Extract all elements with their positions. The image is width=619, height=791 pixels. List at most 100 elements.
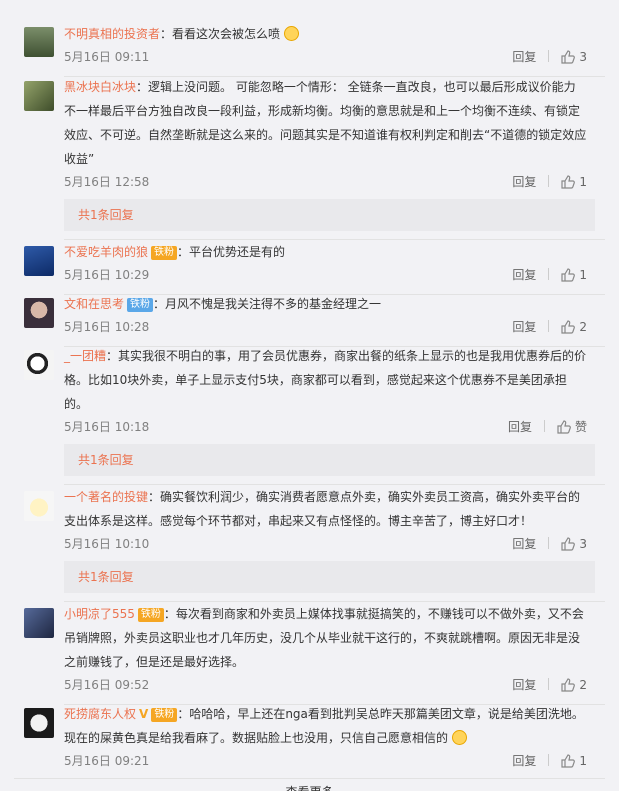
like-count: 1: [579, 754, 587, 768]
divider: [548, 268, 550, 280]
comment-meta: 5月16日 09:21 回复 1: [64, 750, 587, 772]
comment-text: 文和在思考 铁粉 ：月风不愧是我关注得不多的基金经理之一: [64, 297, 382, 312]
comment-text: 死捞腐东人权 V 铁粉 ：哈哈哈，早上还在nga看到批判吴总昨天那篇美团文章，说是给美…: [64, 702, 587, 750]
timestamp: 5月16日 12:58: [64, 175, 150, 189]
divider: [543, 420, 545, 432]
like-button[interactable]: 3: [561, 46, 587, 68]
avatar[interactable]: [24, 81, 54, 111]
comment-item: 一个著名的投键：确实餐饮利润少，确实消费者愿意点外卖，确实外卖员工资高，确实外卖…: [14, 485, 605, 602]
username[interactable]: 小明凉了555: [64, 607, 135, 621]
timestamp: 5月16日 09:11: [64, 50, 150, 64]
like-button[interactable]: 2: [561, 316, 587, 338]
like-count: 2: [579, 678, 587, 692]
reply-button[interactable]: 回复: [512, 750, 536, 772]
username[interactable]: 黑冰块白冰块: [64, 80, 136, 94]
avatar[interactable]: [24, 246, 54, 276]
see-more-link[interactable]: 查看更多: [14, 778, 605, 791]
comment-text: 一个著名的投键：确实餐饮利润少，确实消费者愿意点外卖，确实外卖员工资高，确实外卖…: [64, 490, 581, 528]
like-button[interactable]: 1: [561, 264, 587, 286]
comment-meta: 5月16日 10:10 回复 3: [64, 533, 587, 555]
timestamp: 5月16日 10:28: [64, 320, 150, 334]
fan-badge: 铁粉: [151, 708, 178, 722]
comment-content: 平台优势还是有的: [189, 245, 286, 259]
like-count: 3: [579, 537, 587, 551]
like-button[interactable]: 赞: [557, 416, 587, 438]
comment-item: 死捞腐东人权 V 铁粉 ：哈哈哈，早上还在nga看到批判吴总昨天那篇美团文章，说是给美…: [14, 702, 605, 772]
reply-button[interactable]: 回复: [512, 674, 536, 696]
comment-meta: 5月16日 09:11 回复 3: [64, 46, 587, 68]
username[interactable]: 文和在思考: [64, 297, 124, 311]
comment-meta: 5月16日 12:58 回复 1: [64, 171, 587, 193]
like-label: 赞: [574, 420, 587, 434]
comment-text: 黑冰块白冰块：逻辑上没问题。 可能忽略一个情形： 全链条一直改良，也可以最后形成…: [64, 80, 587, 166]
reply-button[interactable]: 回复: [512, 533, 536, 555]
comment-content: 其实我很不明白的事，用了会员优惠券，商家出餐的纸条上显示的也是我用优惠券后的价格…: [64, 349, 587, 411]
verified-icon: V: [139, 707, 149, 721]
like-count: 1: [579, 175, 587, 189]
thumbs-up-icon: [561, 50, 576, 64]
comment-item: 小明凉了555 铁粉 ：每次看到商家和外卖员上媒体找事就挺搞笑的，不赚钱可以不做外卖…: [14, 602, 605, 705]
like-count: 1: [579, 268, 587, 282]
thumbs-up-icon: [557, 420, 571, 434]
divider: [548, 320, 550, 332]
comment-content: 月风不愧是我关注得不多的基金经理之一: [165, 297, 382, 311]
divider: [548, 537, 550, 549]
like-count: 3: [579, 50, 587, 64]
more-replies-link[interactable]: 共1条回复: [64, 199, 595, 231]
reply-button[interactable]: 回复: [508, 416, 532, 438]
comment-text: 不爱吃羊肉的狼 铁粉 ：平台优势还是有的: [64, 245, 286, 260]
timestamp: 5月16日 10:10: [64, 537, 150, 551]
like-button[interactable]: 1: [561, 171, 587, 193]
username[interactable]: 不爱吃羊肉的狼: [64, 245, 148, 259]
username[interactable]: 不明真相的投资者: [64, 27, 160, 41]
avatar[interactable]: [24, 491, 54, 521]
divider: [548, 678, 550, 690]
thumbs-up-icon: [561, 537, 576, 551]
comment-meta: 5月16日 10:18 回复 赞: [64, 416, 587, 438]
avatar[interactable]: [24, 608, 54, 638]
more-replies-link[interactable]: 共1条回复: [64, 561, 595, 593]
divider: [548, 754, 550, 766]
thumbs-up-icon: [561, 678, 576, 692]
reply-button[interactable]: 回复: [512, 316, 536, 338]
comment-item: 文和在思考 铁粉 ：月风不愧是我关注得不多的基金经理之一 5月16日 10:28 回…: [14, 292, 605, 347]
avatar[interactable]: [24, 350, 54, 380]
thumbs-up-icon: [561, 320, 576, 334]
emoji-icon: [283, 26, 299, 41]
like-button[interactable]: 2: [561, 674, 587, 696]
avatar[interactable]: [24, 298, 54, 328]
comment-text: _一团糟：其实我很不明白的事，用了会员优惠券，商家出餐的纸条上显示的也是我用优惠…: [64, 349, 587, 411]
thumbs-up-icon: [561, 754, 576, 768]
comment-panel: 不明真相的投资者：看看这次会被怎么喷 5月16日 09:11 回复 3 黑冰块白冰…: [14, 0, 605, 791]
comment-text: 小明凉了555 铁粉 ：每次看到商家和外卖员上媒体找事就挺搞笑的，不赚钱可以不做外卖…: [64, 607, 584, 669]
like-count: 2: [579, 320, 587, 334]
comment-item: 黑冰块白冰块：逻辑上没问题。 可能忽略一个情形： 全链条一直改良，也可以最后形成…: [14, 75, 605, 240]
reply-button[interactable]: 回复: [512, 46, 536, 68]
comment-meta: 5月16日 10:29 回复 1: [64, 264, 587, 286]
reply-button[interactable]: 回复: [512, 171, 536, 193]
avatar[interactable]: [24, 27, 54, 57]
like-button[interactable]: 3: [561, 533, 587, 555]
fan-badge: 铁粉: [137, 608, 164, 622]
username[interactable]: 一个著名的投键: [64, 490, 148, 504]
fan-badge: 铁粉: [127, 298, 154, 312]
comment-meta: 5月16日 09:52 回复 2: [64, 674, 587, 696]
reply-button[interactable]: 回复: [512, 264, 536, 286]
timestamp: 5月16日 09:21: [64, 754, 150, 768]
username[interactable]: _一团糟: [64, 349, 106, 363]
like-button[interactable]: 1: [561, 750, 587, 772]
avatar[interactable]: [24, 708, 54, 738]
comment-text: 不明真相的投资者：看看这次会被怎么喷: [64, 22, 587, 46]
comment-item: 不明真相的投资者：看看这次会被怎么喷 5月16日 09:11 回复 3: [14, 22, 605, 77]
comment-item: 不爱吃羊肉的狼 铁粉 ：平台优势还是有的 5月16日 10:29 回复 1: [14, 240, 605, 295]
fan-badge: 铁粉: [151, 246, 178, 260]
emoji-icon: [451, 730, 467, 745]
divider: [548, 50, 550, 62]
username[interactable]: 死捞腐东人权: [64, 707, 136, 721]
divider: [548, 175, 550, 187]
more-replies-link[interactable]: 共1条回复: [64, 444, 595, 476]
timestamp: 5月16日 10:29: [64, 268, 150, 282]
timestamp: 5月16日 10:18: [64, 420, 150, 434]
timestamp: 5月16日 09:52: [64, 678, 150, 692]
comment-content: 看看这次会被怎么喷: [172, 27, 281, 41]
